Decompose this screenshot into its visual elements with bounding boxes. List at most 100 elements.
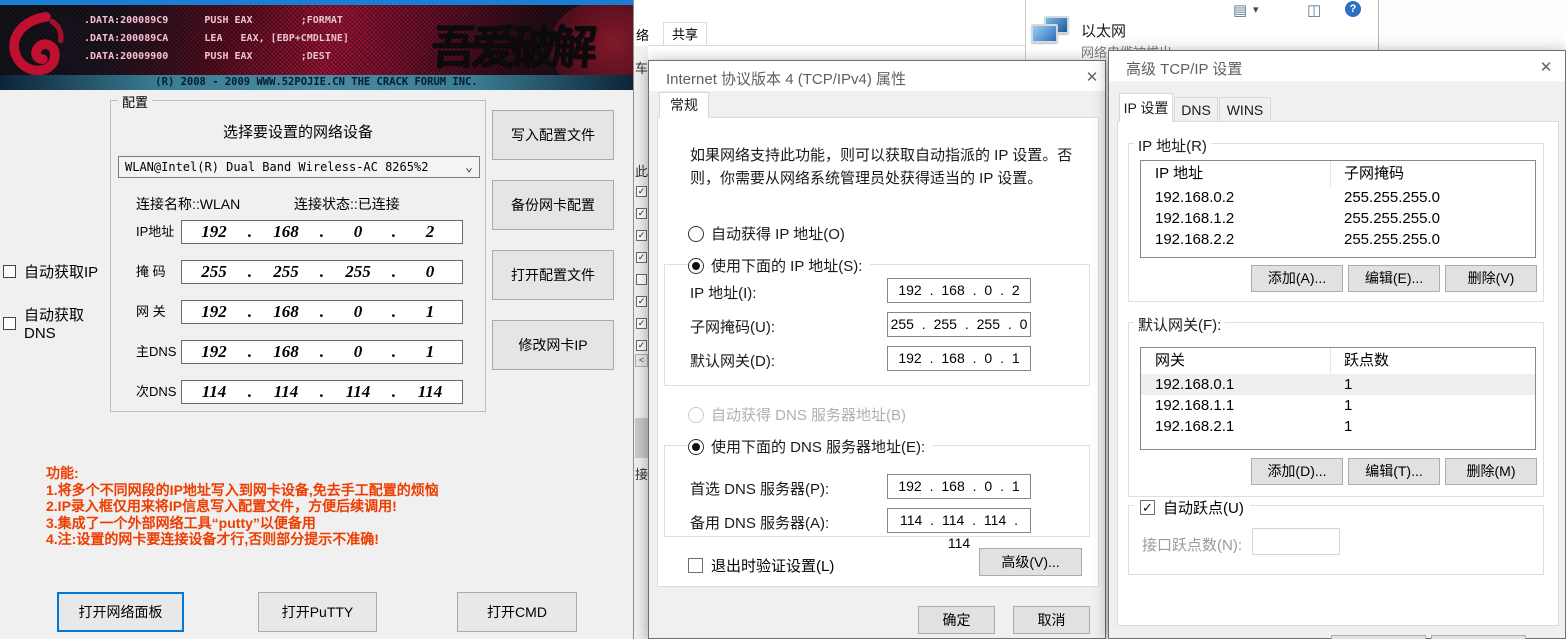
cancel-button[interactable]: 取消 [1013, 606, 1090, 634]
scroll-left-icon[interactable]: < [635, 354, 648, 367]
radio-selected-icon[interactable] [688, 258, 704, 274]
radio-selected-icon[interactable] [688, 439, 704, 455]
side-action-button[interactable]: 打开配置文件 [492, 250, 614, 300]
auto-dns-checkbox[interactable]: 自动获取DNS [3, 315, 113, 331]
radio-manual-dns[interactable]: 使用下面的 DNS 服务器地址(E): [688, 436, 933, 457]
scrollbar-thumb[interactable] [635, 418, 648, 458]
gateway-list[interactable]: 网关 跃点数 192.168.0.1 1 192.168.1.1 1 [1140, 347, 1536, 450]
default-gateway-input[interactable]: 192 . 168 . 0 . 1 [887, 346, 1031, 371]
background-window-corner [1378, 0, 1566, 51]
octet-1[interactable]: 192 [182, 222, 246, 242]
octet-2[interactable]: 168 [254, 342, 318, 362]
advanced-button[interactable]: 高级(V)... [979, 548, 1082, 576]
ip-octets-input[interactable]: 192.168.0.2 [181, 220, 463, 244]
radio-icon[interactable] [688, 226, 704, 242]
octet-2[interactable]: 168 [254, 302, 318, 322]
octet-3[interactable]: 0 [326, 342, 390, 362]
occluded-checkbox: ✓ [636, 208, 647, 219]
tab-wins[interactable]: WINS [1219, 97, 1271, 122]
ethernet-adapter-icon[interactable] [1031, 16, 1073, 52]
octet-2[interactable]: 114 [254, 382, 318, 402]
gateway-list-action-button[interactable]: 添加(D)... [1251, 458, 1343, 485]
gateway-list-header: 网关 跃点数 [1141, 348, 1535, 374]
open-network-panel-button[interactable]: 打开网络面板 [57, 592, 184, 632]
tab-network-partial[interactable]: 络 [636, 25, 649, 44]
radio-disabled-icon[interactable] [688, 407, 704, 423]
octet-2[interactable]: 168 [254, 222, 318, 242]
checkbox-icon[interactable] [3, 317, 16, 330]
octet-4[interactable]: 1 [398, 302, 462, 322]
ip-list-action-button[interactable]: 添加(A)... [1251, 265, 1343, 292]
network-device-dropdown[interactable]: WLAN@Intel(R) Dual Band Wireless-AC 8265… [118, 156, 480, 178]
octet-4[interactable]: 0 [398, 262, 462, 282]
config-group-title: 配置 [118, 92, 152, 111]
octet-4[interactable]: 2 [398, 222, 462, 242]
tab-ip-settings[interactable]: IP 设置 [1119, 93, 1173, 122]
auto-metric-checkbox[interactable]: ✓ 自动跃点(U) [1134, 497, 1250, 518]
preview-pane-icon[interactable]: ◫ [1307, 1, 1321, 19]
checkbox-icon[interactable] [688, 558, 703, 573]
auto-ip-checkbox[interactable]: 自动获取IP [3, 263, 113, 279]
gateway-list-action-button[interactable]: 编辑(T)... [1348, 458, 1440, 485]
ip-octets-input[interactable]: 255.255.255.0 [181, 260, 463, 284]
octet-2[interactable]: 255 [254, 262, 318, 282]
ip-list-row[interactable]: 192.168.2.2 255.255.255.0 [1141, 229, 1535, 250]
ip-address-list[interactable]: IP 地址 子网掩码 192.168.0.2 255.255.255.0 192… [1140, 160, 1536, 258]
ip-octets-input[interactable]: 192.168.0.1 [181, 340, 463, 364]
octet-1[interactable]: 114 [182, 382, 246, 402]
octet-3[interactable]: 0 [326, 302, 390, 322]
radio-manual-ip[interactable]: 使用下面的 IP 地址(S): [688, 255, 870, 276]
tab-sharing[interactable]: 共享 [663, 22, 707, 46]
gateway-list-action-button[interactable]: 删除(M) [1445, 458, 1537, 485]
open-cmd-button[interactable]: 打开CMD [457, 592, 577, 632]
tab-dns[interactable]: DNS [1174, 97, 1218, 122]
side-action-button[interactable]: 备份网卡配置 [492, 180, 614, 230]
dropdown-arrow-icon[interactable]: ▾ [1253, 3, 1259, 16]
help-icon[interactable]: ? [1345, 1, 1361, 17]
octet-4[interactable]: 114 [398, 382, 462, 402]
octet-3[interactable]: 255 [326, 262, 390, 282]
octet-4[interactable]: 1 [398, 342, 462, 362]
ok-button-clipped[interactable] [1331, 635, 1426, 639]
details-view-icon[interactable]: ▤ [1233, 1, 1247, 19]
ip-field-label: 网 关 [136, 300, 184, 324]
gateway-list-row[interactable]: 192.168.0.1 1 [1141, 374, 1535, 395]
close-icon[interactable]: ✕ [1083, 68, 1101, 86]
ip-list-action-button[interactable]: 编辑(E)... [1348, 265, 1440, 292]
octet-1[interactable]: 192 [182, 302, 246, 322]
ok-button[interactable]: 确定 [918, 606, 995, 634]
side-action-button[interactable]: 写入配置文件 [492, 110, 614, 160]
octet-3[interactable]: 114 [326, 382, 390, 402]
ip-list-row[interactable]: 192.168.1.2 255.255.255.0 [1141, 208, 1535, 229]
gateway-list-row[interactable]: 192.168.2.1 1 [1141, 416, 1535, 437]
octet-1[interactable]: 255 [182, 262, 246, 282]
side-action-button[interactable]: 修改网卡IP [492, 320, 614, 370]
radio-auto-ip[interactable]: 自动获得 IP 地址(O) [688, 223, 853, 244]
ip-list-action-button[interactable]: 删除(V) [1445, 265, 1537, 292]
ip-list-row[interactable]: 192.168.0.2 255.255.255.0 [1141, 187, 1535, 208]
open-putty-button[interactable]: 打开PuTTY [258, 592, 377, 632]
checkbox-checked-icon[interactable]: ✓ [1140, 500, 1155, 515]
gateway-list-row[interactable]: 192.168.1.1 1 [1141, 395, 1535, 416]
ip-octets-input[interactable]: 114.114.114.114 [181, 380, 463, 404]
cancel-button-clipped[interactable] [1431, 635, 1526, 639]
validate-on-exit-checkbox[interactable]: 退出时验证设置(L) [688, 555, 834, 576]
ethernet-label[interactable]: 以太网 [1081, 20, 1126, 41]
close-icon[interactable]: ✕ [1537, 58, 1555, 76]
ip-field-row: IP地址 192.168.0.2 [111, 220, 485, 244]
ip-octets-input[interactable]: 192.168.0.1 [181, 300, 463, 324]
subnet-mask-input[interactable]: 255 . 255 . 255 . 0 [887, 312, 1031, 337]
ip-field-label: IP地址 [136, 220, 184, 244]
occluded-text-fragment: 此 [635, 161, 648, 180]
feature-note-line: 1.将多个不同网段的IP地址写入到网卡设备,免去手工配置的烦恼 [46, 482, 606, 499]
ip-address-input[interactable]: 192 . 168 . 0 . 2 [887, 278, 1031, 303]
radio-auto-dns[interactable]: 自动获得 DNS 服务器地址(B) [688, 404, 914, 425]
checkbox-icon[interactable] [3, 265, 16, 278]
octet-3[interactable]: 0 [326, 222, 390, 242]
tab-general[interactable]: 常规 [659, 92, 709, 118]
interface-metric-input[interactable] [1252, 528, 1340, 555]
octet-1[interactable]: 192 [182, 342, 246, 362]
alternate-dns-input[interactable]: 114 . 114 . 114 . 114 [887, 508, 1031, 533]
ip-address-label: IP 地址(I): [690, 282, 756, 303]
preferred-dns-input[interactable]: 192 . 168 . 0 . 1 [887, 474, 1031, 499]
